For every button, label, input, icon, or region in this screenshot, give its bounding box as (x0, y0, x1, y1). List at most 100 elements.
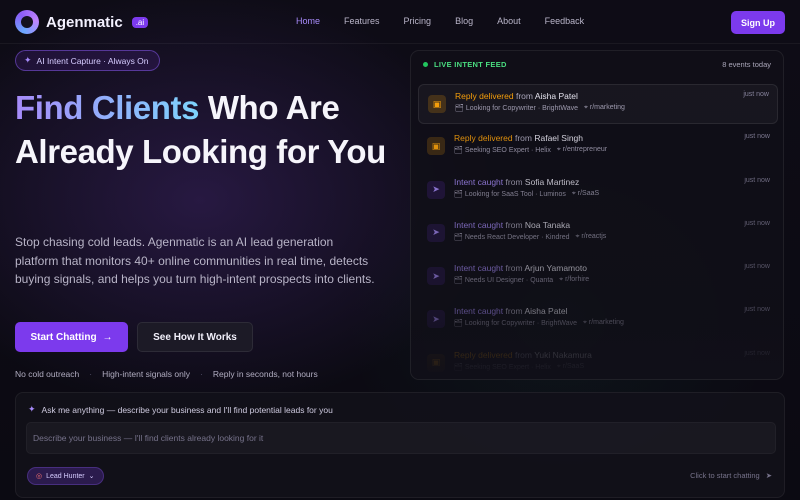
feed-item-community-text: r/reactjs (581, 232, 607, 240)
send-icon: ➤ (427, 223, 445, 242)
feed-item-time: just now (744, 176, 770, 184)
feed-item[interactable]: ▣ Reply delivered from Aisha Patel 🗂 Looki… (418, 84, 778, 124)
feed-item-from: from (505, 219, 523, 230)
feed-item-need-text: Seeking SEO Expert · Helix (464, 147, 551, 155)
feed-item[interactable]: ➤ Intent caught from Arjun Yamamoto 🗂 Need… (418, 257, 778, 297)
feed-item-time: just now (744, 306, 770, 314)
feed-item[interactable]: ➤ Intent caught from Aisha Patel 🗂 Looking… (418, 300, 778, 340)
intent-capture-pill: ✦ AI Intent Capture · Always On (15, 50, 160, 71)
feed-event-count: 8 events today (722, 60, 771, 69)
send-icon: ➤ (427, 267, 445, 286)
feed-item-details: 🗂 Needs UI Designer · Quanta ⌖ r/forhire (454, 276, 589, 284)
feed-item-need: 🗂 Looking for Copywriter · BrightWave (455, 105, 579, 112)
feed-item-community: ⌖ r/SaaS (556, 362, 585, 370)
brand-name: Agenmatic (46, 13, 123, 31)
feed-list: ▣ Reply delivered from Aisha Patel 🗂 Looki… (418, 84, 778, 379)
feed-item-name: Arjun Yamamoto (524, 263, 587, 274)
feed-item-from: from (515, 91, 533, 101)
feed-item-need-text: Needs UI Designer · Quanta (464, 277, 554, 285)
feed-item-community-text: r/SaaS (562, 362, 585, 370)
start-chatting-label: Start Chatting (30, 331, 97, 343)
calendar-icon: ▣ (427, 137, 445, 156)
feed-item-time: just now (744, 349, 770, 357)
nav-link-home[interactable]: Home (296, 16, 320, 26)
feed-item-status: Reply delivered (455, 91, 514, 101)
calendar-icon: ▣ (428, 95, 446, 113)
top-nav: Agenmatic .ai Home Features Pricing Blog… (0, 0, 800, 44)
brand-logo[interactable]: Agenmatic .ai (15, 10, 149, 34)
feed-item-details: 🗂 Looking for SaaS Tool · Luminos ⌖ r/Saa… (454, 190, 599, 198)
feed-title: LIVE INTENT FEED (434, 60, 507, 69)
feed-item-need: 🗂 Needs UI Designer · Quanta (454, 277, 554, 285)
start-chatting-button[interactable]: Start Chatting → (15, 322, 128, 352)
chevron-down-icon: ⌄ (88, 473, 95, 480)
feed-item-need-text: Looking for Copywriter · BrightWave (465, 105, 579, 112)
send-icon: ➤ (427, 180, 445, 199)
feed-item-title: Reply delivered from Yuki Nakamura (454, 350, 592, 360)
feed-item-status: Reply delivered (454, 133, 513, 144)
feed-item-name: Rafael Singh (534, 133, 584, 144)
benefit-item: No cold outreach (15, 369, 80, 379)
feed-item-details: 🗂 Seeking SEO Expert · Helix ⌖ r/SaaS (454, 363, 584, 371)
sparkle-icon: ✦ (28, 404, 36, 414)
feed-item-need-text: Seeking SEO Expert · Helix (464, 363, 551, 371)
feed-item-title: Intent caught from Noa Tanaka (454, 220, 570, 230)
feed-item-community-text: r/marketing (588, 319, 624, 327)
nav-link-blog[interactable]: Blog (455, 16, 473, 26)
sign-up-button[interactable]: Sign Up (731, 11, 785, 34)
chat-hint[interactable]: Click to start chatting ➤ (690, 471, 772, 480)
feed-item-name: Sofia Martinez (524, 176, 580, 187)
send-icon: ➤ (765, 471, 772, 480)
hero-headline: Find Clients Who Are Already Looking for… (15, 86, 395, 174)
headline-highlight: Find Clients (15, 89, 200, 126)
nav-link-pricing[interactable]: Pricing (404, 16, 432, 26)
feed-item-from: from (514, 133, 532, 144)
feed-item-status: Intent caught (454, 219, 504, 230)
feed-item-time: just now (744, 133, 770, 141)
feed-item-community: ⌖ r/SaaS (571, 189, 600, 197)
feed-item-title: Reply delivered from Aisha Patel (455, 91, 578, 101)
logo-icon (15, 10, 39, 34)
nav-link-feedback[interactable]: Feedback (545, 16, 585, 26)
live-intent-feed: LIVE INTENT FEED 8 events today ▣ Reply d… (410, 50, 784, 380)
feed-item[interactable]: ▣ Reply delivered from Yuki Nakamura 🗂 See… (418, 344, 778, 379)
nav-link-features[interactable]: Features (344, 16, 380, 26)
feed-item-need: 🗂 Needs React Developer · Kindred (454, 233, 570, 241)
feed-item-from: from (505, 176, 523, 187)
feed-item-from: from (505, 263, 523, 274)
feed-item-title: Intent caught from Aisha Patel (454, 306, 567, 316)
benefit-bullets: No cold outreach · High-intent signals o… (15, 369, 318, 379)
feed-item-name: Noa Tanaka (524, 219, 571, 230)
agent-label: Lead Hunter (46, 472, 85, 480)
feed-item-need-text: Needs React Developer · Kindred (464, 233, 570, 241)
feed-item[interactable]: ➤ Intent caught from Sofia Martinez 🗂 Look… (418, 171, 778, 211)
feed-item-details: 🗂 Seeking SEO Expert · Helix ⌖ r/entrepre… (454, 146, 607, 154)
nav-link-about[interactable]: About (497, 16, 521, 26)
feed-item-need: 🗂 Seeking SEO Expert · Helix (454, 363, 551, 371)
separator-dot: · (89, 369, 93, 379)
agent-selector[interactable]: ◎ Lead Hunter ⌄ (27, 467, 104, 485)
feed-item-from: from (514, 349, 532, 360)
benefit-item: Reply in seconds, not hours (212, 369, 318, 379)
feed-item-title: Reply delivered from Rafael Singh (454, 133, 583, 143)
see-how-it-works-button[interactable]: See How It Works (137, 322, 253, 352)
feed-item-community-text: r/forhire (565, 276, 590, 284)
feed-item-need-text: Looking for SaaS Tool · Luminos (464, 190, 566, 198)
feed-item-name: Aisha Patel (524, 306, 568, 317)
feed-item-community: ⌖ r/entrepreneur (556, 146, 608, 154)
feed-item-from: from (505, 306, 523, 317)
separator-dot: · (200, 369, 203, 379)
feed-item[interactable]: ➤ Intent caught from Noa Tanaka 🗂 Needs Re… (418, 214, 778, 254)
chat-input[interactable] (26, 422, 776, 454)
feed-item-community: ⌖ r/marketing (584, 104, 625, 111)
feed-item-details: 🗂 Looking for Copywriter · BrightWave ⌖ r… (454, 319, 624, 327)
page: Agenmatic .ai Home Features Pricing Blog… (0, 0, 800, 500)
arrow-right-icon: → (102, 331, 113, 343)
feed-item-status: Intent caught (454, 176, 504, 187)
pill-label: AI Intent Capture · Always On (36, 55, 149, 66)
feed-item-status: Intent caught (454, 263, 504, 274)
calendar-icon: ▣ (427, 353, 445, 372)
feed-item[interactable]: ▣ Reply delivered from Rafael Singh 🗂 Seek… (418, 127, 778, 167)
feed-item-community: ⌖ r/forhire (559, 276, 590, 284)
feed-item-community-text: r/SaaS (577, 189, 600, 197)
